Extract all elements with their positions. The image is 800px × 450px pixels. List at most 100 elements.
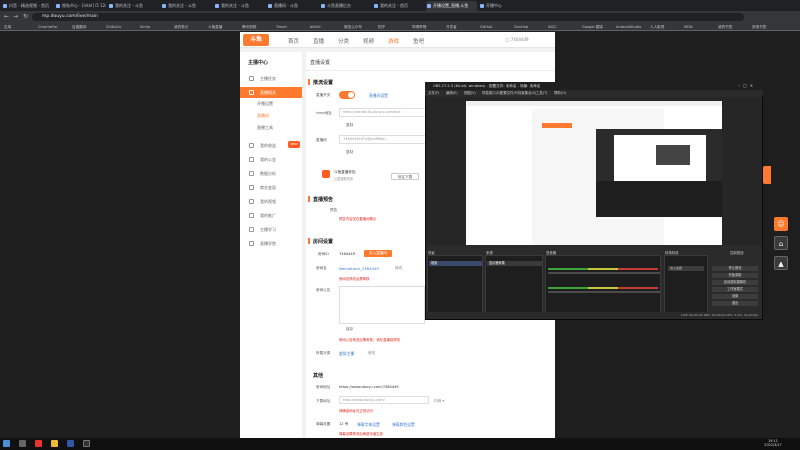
sidebar-item[interactable]: 直播相关 <box>240 87 302 98</box>
sidebar-subitem[interactable]: 直播工具 <box>257 125 273 131</box>
obs-menu-item[interactable]: 视图(V) <box>464 90 476 96</box>
obs-menu-item[interactable]: 编辑(E) <box>446 90 458 96</box>
danmu-link-1[interactable]: 弹幕字体设置 <box>357 422 380 428</box>
obs-control-button[interactable]: 停止推流 <box>712 266 758 271</box>
back-icon[interactable]: ← <box>2 12 11 21</box>
search-icon[interactable] <box>19 440 26 447</box>
forward-icon[interactable]: → <box>11 12 20 21</box>
bookmark-item[interactable]: 斗鱼直播 <box>208 23 222 31</box>
edit-room-name-button[interactable]: 修改 <box>395 266 402 271</box>
sidebar-subitem[interactable]: 开播设置 <box>257 101 273 107</box>
float-top-icon[interactable]: ▲ <box>774 256 788 270</box>
nav-item[interactable]: 直播 <box>313 37 324 45</box>
obs-control-button[interactable]: 启动虚拟摄像机 <box>712 280 758 285</box>
sidebar-item[interactable]: 主播学习 <box>240 224 302 235</box>
bookmark-item[interactable]: 知乎 <box>378 23 385 31</box>
addr-select[interactable]: 内网 ▾ <box>434 399 444 404</box>
obs-window-controls[interactable]: –▢✕ <box>738 83 756 88</box>
bookmark-item[interactable]: 腾讯视频 <box>242 23 256 31</box>
bookmark-item[interactable]: 我的笔记 <box>174 23 188 31</box>
transitions-panel[interactable]: 淡入淡出 <box>664 255 708 317</box>
nav-item[interactable]: 鱼吧 <box>413 37 424 45</box>
sidebar-item[interactable]: 直播学院 <box>240 238 302 249</box>
reload-icon[interactable]: ↻ <box>21 12 30 21</box>
sidebar-item[interactable]: 数据分析 <box>240 168 302 179</box>
clock[interactable]: 19:11 2022/3/17 <box>756 439 790 447</box>
stream-addr-field[interactable]: http://www.douyu.com/ <box>339 396 429 404</box>
browser-tab[interactable]: 开播设置_直播,斗鱼 <box>426 1 477 11</box>
danmu-link-2[interactable]: 弹幕颜色设置 <box>392 422 415 428</box>
address-bar[interactable]: mp.douyu.com/live/main <box>32 13 744 21</box>
chrome-icon[interactable] <box>35 440 42 447</box>
obs-control-button[interactable]: 退出 <box>712 301 758 306</box>
nav-item[interactable]: 视频 <box>363 37 374 45</box>
rtmp-field[interactable]: rtmp://sendtc3a.douyu.com/live <box>339 108 427 117</box>
side-tab[interactable] <box>763 166 771 184</box>
float-service-icon[interactable]: ☺ <box>774 217 788 231</box>
bookmark-item[interactable]: 其他书签 <box>752 23 766 31</box>
browser-tab[interactable]: 斗鱼直播后台 <box>320 1 371 11</box>
avatar[interactable]: ◯ 7464449 <box>505 37 529 42</box>
sources-list[interactable]: 显示器采集 <box>485 255 543 317</box>
bookmark-item[interactable]: AndroidStudio <box>616 23 641 31</box>
bookmark-item[interactable]: 应用 <box>4 23 11 31</box>
bookmark-item[interactable]: bilibili <box>310 23 321 31</box>
live-switch[interactable] <box>339 91 355 99</box>
obs-menu-item[interactable]: 文件(F) <box>428 90 439 96</box>
bookmark-item[interactable]: ChromeFor <box>38 23 58 31</box>
bookmark-item[interactable]: ZanHub <box>514 23 528 31</box>
browser-tab[interactable]: 隐私中心 - [intel] i5 12400F <box>55 1 106 11</box>
bookmark-item[interactable]: Google 翻译 <box>582 23 603 31</box>
sidebar-item[interactable]: 商业变现 <box>240 182 302 193</box>
browser-tab[interactable]: 我的关注 - 首页 <box>373 1 424 11</box>
obs-menu-item[interactable]: 工具(T) <box>536 90 548 96</box>
bookmark-item[interactable]: 百度翻译 <box>72 23 86 31</box>
obs-menu-item[interactable]: 帮助(H) <box>554 90 566 96</box>
obs-menu-item[interactable]: 配置文件(P) <box>500 90 518 96</box>
sidebar-subitem[interactable]: 直播间 <box>257 113 269 119</box>
copy-rtmp-button[interactable]: 复制 <box>346 123 353 128</box>
enter-room-button[interactable]: 进入直播间 <box>364 250 392 257</box>
bookmark-item[interactable]: 人人影视 <box>650 23 664 31</box>
bookmark-item[interactable]: Trover <box>276 23 287 31</box>
obs-control-button[interactable]: 设置 <box>712 294 758 299</box>
sidebar-item[interactable]: 主播任务 <box>240 73 302 84</box>
bookmark-item[interactable]: 开发者 <box>446 23 457 31</box>
bookmark-item[interactable]: 哔哩哔哩 <box>412 23 426 31</box>
windows-start-icon[interactable] <box>3 440 10 447</box>
float-home-icon[interactable]: ⌂ <box>774 236 788 250</box>
notice-textarea[interactable] <box>339 286 425 324</box>
obs-control-button[interactable]: 开始录制 <box>712 273 758 278</box>
obs-menu-item[interactable]: 场景集合(S) <box>518 90 536 96</box>
browser-tab[interactable]: 我的关注 - 斗鱼 <box>214 1 265 11</box>
nav-item[interactable]: 首页 <box>288 37 299 45</box>
bookmark-item[interactable]: ZhiKuDu <box>106 23 121 31</box>
audio-mixer[interactable] <box>545 255 661 317</box>
link-stream-settings[interactable]: 直播间设置 <box>369 93 388 99</box>
explorer-icon[interactable] <box>51 440 58 447</box>
obs-taskbar-icon[interactable] <box>83 440 90 447</box>
scenes-list[interactable]: 场景 <box>427 255 483 317</box>
browser-tab[interactable]: 我的关注 - 斗鱼 <box>108 1 159 11</box>
steam-icon[interactable] <box>67 440 74 447</box>
browser-tab[interactable]: 抖音 - 精选视频 - 首页 <box>2 1 53 11</box>
sidebar-item[interactable]: 我的公会 <box>240 154 302 165</box>
browser-tab[interactable]: 我的关注 - 斗鱼 <box>161 1 212 11</box>
copy-key-button[interactable]: 复制 <box>346 150 353 155</box>
sidebar-item[interactable]: 我的推广 <box>240 210 302 221</box>
room-name-value[interactable]: Nemiatiere_7464449 <box>339 266 379 271</box>
bookmark-item[interactable]: 微信公众号 <box>344 23 362 31</box>
download-tool-button[interactable]: 前往下载 <box>391 173 419 180</box>
change-category-button[interactable]: 修改 <box>368 351 375 356</box>
bookmark-item[interactable]: 我的书签 <box>718 23 732 31</box>
category-value[interactable]: 虚拟主播 <box>339 351 354 357</box>
obs-control-button[interactable]: 工作室模式 <box>712 287 758 292</box>
browser-tab[interactable]: 开播中心 <box>479 1 530 11</box>
browser-tab[interactable]: 直播间 - 斗鱼 <box>267 1 318 11</box>
douyu-logo[interactable]: 斗鱼 <box>243 34 269 46</box>
obs-preview-canvas[interactable] <box>466 101 722 245</box>
sidebar-item[interactable]: 我的视频 <box>240 196 302 207</box>
obs-menu-item[interactable]: 停靠窗口(D) <box>482 90 501 96</box>
bookmark-item[interactable]: AIGC <box>548 23 557 31</box>
stream-key-field[interactable]: 7464449rXTz@pU6R6p... <box>339 135 427 144</box>
